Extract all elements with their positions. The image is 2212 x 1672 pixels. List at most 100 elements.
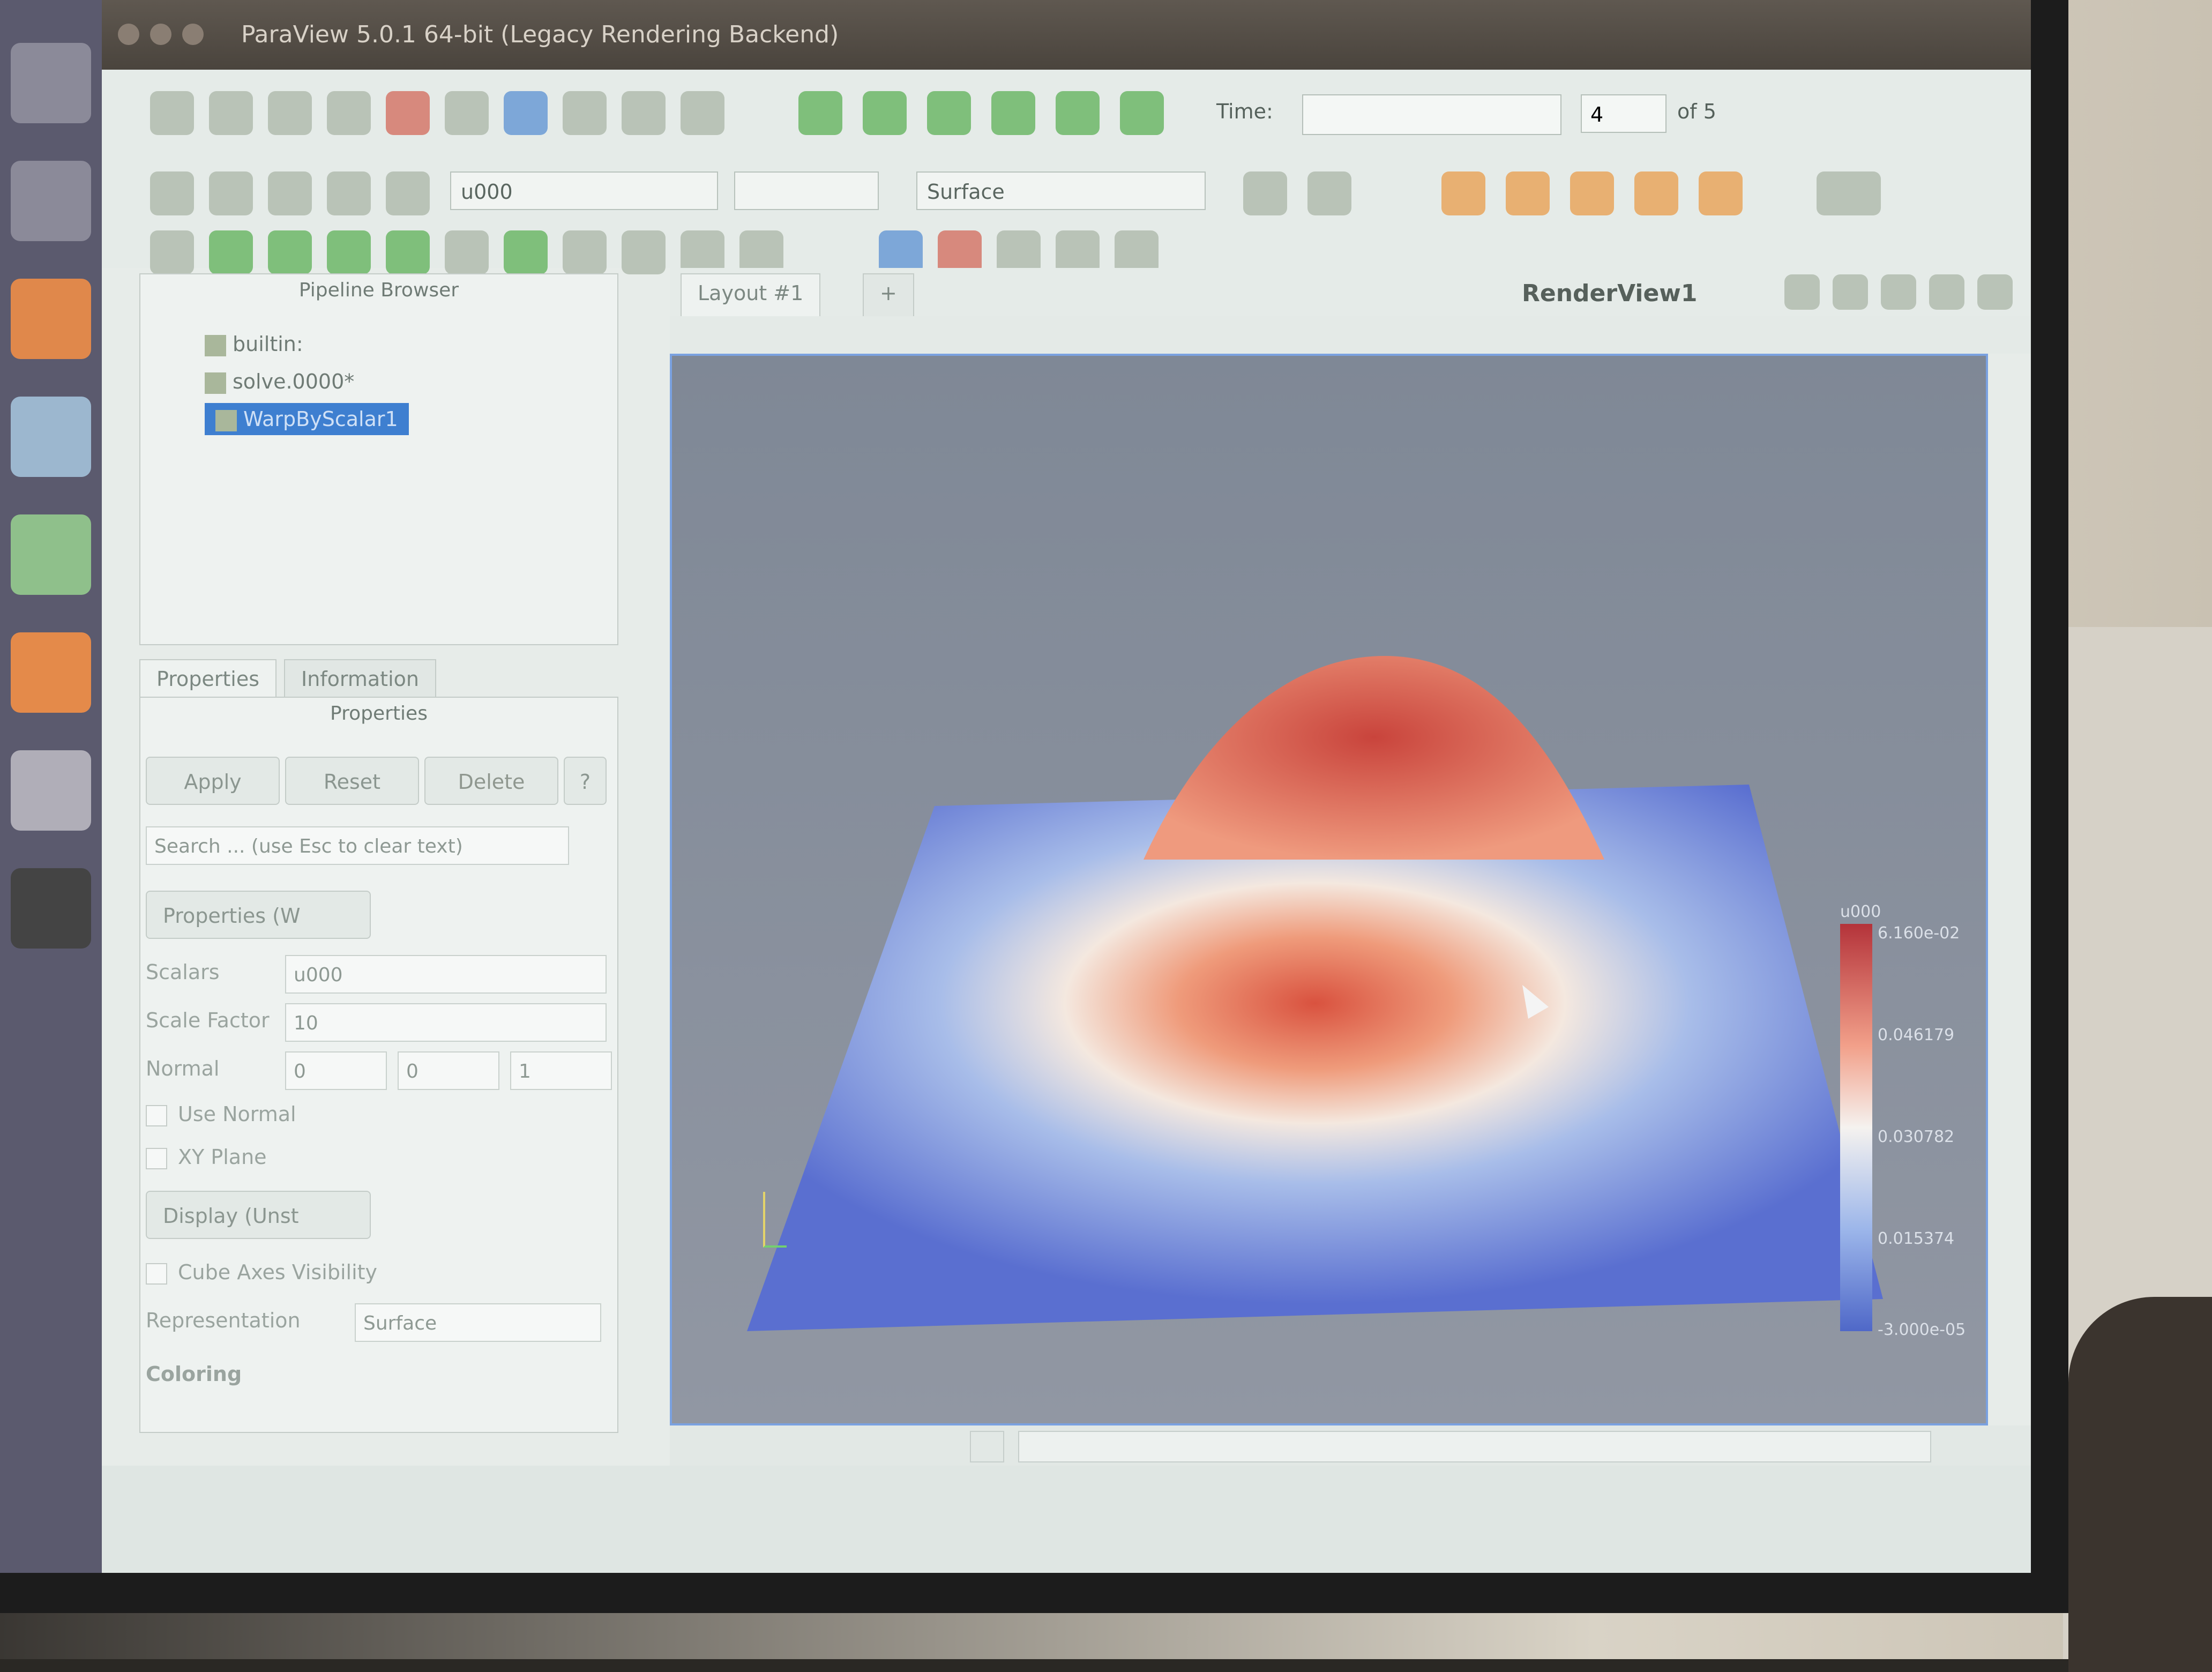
software-center-icon[interactable] — [11, 632, 91, 713]
time-field[interactable] — [1302, 94, 1561, 135]
loop-icon[interactable] — [1120, 91, 1164, 135]
render-view[interactable]: u000 6.160e-02 0.046179 0.030782 0.01537… — [670, 354, 1988, 1425]
base-plane — [747, 785, 1883, 1331]
last-frame-icon[interactable] — [1056, 91, 1100, 135]
glyph-icon[interactable] — [504, 230, 548, 274]
reset-camera-icon[interactable] — [1243, 171, 1287, 215]
pipeline-item-solve[interactable]: solve.0000* — [205, 365, 354, 398]
open-icon[interactable] — [150, 91, 194, 135]
maximize-view-icon[interactable] — [1881, 274, 1916, 310]
split-vertical-icon[interactable] — [1833, 274, 1868, 310]
representation-field[interactable]: Surface — [355, 1303, 601, 1342]
contour-icon[interactable] — [209, 230, 253, 274]
over-time-range-icon[interactable] — [386, 171, 430, 215]
add-layout-tab[interactable]: + — [863, 273, 914, 316]
colorbar-tick: -3.000e-05 — [1878, 1320, 1966, 1339]
warped-surface-plot — [747, 656, 1883, 1331]
load-state-icon[interactable] — [268, 91, 312, 135]
minimize-window-icon[interactable] — [150, 24, 171, 45]
component-select[interactable] — [734, 171, 879, 210]
restore-view-icon[interactable] — [1929, 274, 1964, 310]
normal-y-input[interactable]: 0 — [398, 1051, 499, 1090]
normal-x-input[interactable]: 0 — [285, 1051, 387, 1090]
delete-button[interactable]: Delete — [424, 757, 558, 805]
tab-layout-1[interactable]: Layout #1 — [681, 273, 821, 316]
pipeline-item-builtin[interactable]: builtin: — [205, 328, 303, 360]
previous-frame-icon[interactable] — [863, 91, 907, 135]
undo-icon[interactable] — [386, 91, 430, 135]
scale-factor-label: Scale Factor — [146, 1009, 270, 1032]
next-frame-icon[interactable] — [991, 91, 1035, 135]
writer-icon[interactable] — [11, 397, 91, 477]
tab-properties[interactable]: Properties — [139, 659, 277, 697]
stream-tracer-icon[interactable] — [563, 230, 607, 274]
time-step-spinbox[interactable]: 4 — [1581, 94, 1667, 133]
title-bar: ParaView 5.0.1 64-bit (Legacy Rendering … — [102, 0, 2031, 70]
redo-icon[interactable] — [445, 91, 489, 135]
render-view-name: RenderView1 — [1522, 280, 1698, 307]
terminal-icon[interactable] — [11, 868, 91, 949]
clip-icon[interactable] — [268, 230, 312, 274]
help-button[interactable]: ? — [564, 757, 607, 805]
help-icon[interactable] — [504, 91, 548, 135]
play-icon[interactable] — [927, 91, 971, 135]
apply-button[interactable]: Apply — [146, 757, 280, 805]
view-z-icon[interactable] — [1699, 171, 1743, 215]
time-label: Time: — [1216, 100, 1273, 123]
extract-subset-icon[interactable] — [445, 230, 489, 274]
time-step-count: of 5 — [1677, 100, 1716, 123]
dash-icon[interactable] — [11, 43, 91, 123]
firefox-icon[interactable] — [11, 279, 91, 359]
threshold-icon[interactable] — [386, 230, 430, 274]
calculator-icon[interactable] — [150, 230, 194, 274]
representation-select[interactable]: Surface — [916, 171, 1206, 210]
display-section-toggle[interactable]: Display (Unst — [146, 1191, 371, 1239]
view-neg-x-icon[interactable] — [1506, 171, 1550, 215]
color-legend-icon[interactable] — [150, 171, 194, 215]
projector-screen-frame: ParaView 5.0.1 64-bit (Legacy Rendering … — [0, 0, 2068, 1613]
close-window-icon[interactable] — [118, 24, 139, 45]
settings-icon[interactable] — [11, 750, 91, 831]
rotate-icon[interactable] — [1817, 171, 1881, 215]
save-state-icon[interactable] — [327, 91, 371, 135]
main-toolbar: Time: 4 of 5 — [102, 70, 2031, 156]
edit-color-map-icon[interactable] — [209, 171, 253, 215]
toggle-2d-3d-icon[interactable] — [1307, 171, 1351, 215]
layout-tab-bar: Layout #1 + RenderView1 — [670, 268, 2031, 316]
split-horizontal-icon[interactable] — [1784, 274, 1820, 310]
tab-information[interactable]: Information — [284, 659, 436, 697]
window-title: ParaView 5.0.1 64-bit (Legacy Rendering … — [241, 21, 839, 48]
status-close-icon[interactable] — [970, 1431, 1004, 1462]
normal-label: Normal — [146, 1057, 220, 1080]
reset-range-icon[interactable] — [268, 171, 312, 215]
view-neg-y-icon[interactable] — [1634, 171, 1678, 215]
pipeline-item-warp[interactable]: WarpByScalar1 — [205, 403, 409, 435]
properties-search-input[interactable]: Search ... (use Esc to clear text) — [146, 826, 569, 865]
reset-button[interactable]: Reset — [285, 757, 419, 805]
disconnect-icon[interactable] — [622, 91, 666, 135]
view-x-icon[interactable] — [1441, 171, 1485, 215]
scalars-select[interactable]: u000 — [285, 955, 607, 994]
pipeline-browser-title: Pipeline Browser — [298, 279, 459, 301]
normal-z-input[interactable]: 1 — [510, 1051, 612, 1090]
scale-factor-input[interactable]: 10 — [285, 1003, 607, 1042]
calc-icon[interactable] — [11, 514, 91, 595]
files-icon[interactable] — [11, 161, 91, 241]
close-view-icon[interactable] — [1977, 274, 2013, 310]
scalar-color-bar — [1840, 924, 1872, 1331]
connect-icon[interactable] — [563, 91, 607, 135]
camera-undo-icon[interactable] — [681, 91, 724, 135]
active-variable-select[interactable]: u000 — [450, 171, 718, 210]
custom-range-icon[interactable] — [327, 171, 371, 215]
warp-by-vector-icon[interactable] — [622, 230, 666, 274]
properties-section-toggle[interactable]: Properties (W — [146, 891, 371, 939]
view-y-icon[interactable] — [1570, 171, 1614, 215]
use-normal-checkbox[interactable] — [146, 1105, 167, 1126]
maximize-window-icon[interactable] — [182, 24, 204, 45]
xy-plane-checkbox[interactable] — [146, 1148, 167, 1169]
first-frame-icon[interactable] — [798, 91, 842, 135]
cube-axes-checkbox[interactable] — [146, 1263, 167, 1285]
colorbar-title: u000 — [1840, 902, 1881, 921]
slice-icon[interactable] — [327, 230, 371, 274]
save-data-icon[interactable] — [209, 91, 253, 135]
